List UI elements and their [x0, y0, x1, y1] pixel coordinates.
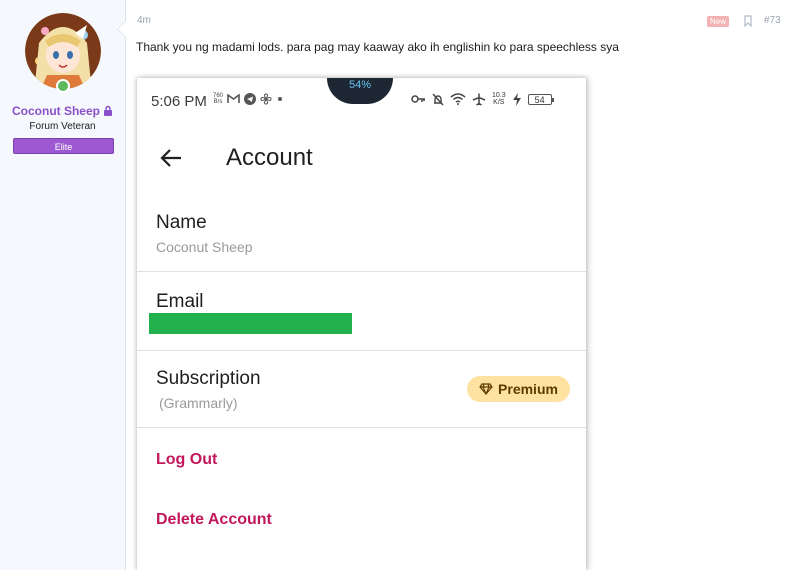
fan-icon	[260, 93, 272, 105]
net-rate-unit: K/S	[493, 99, 505, 106]
data-speed: 760 B/s	[213, 93, 223, 105]
post-time[interactable]: 4m	[137, 15, 151, 26]
user-banner: Elite	[13, 138, 114, 154]
phone-screenshot: 5:06 PM 760 B/s 54% 10.3 K/S 54 Account …	[137, 78, 586, 570]
message-arrow-inner	[118, 21, 126, 37]
divider	[137, 350, 586, 351]
camera-notch: 54%	[327, 78, 393, 104]
airplane-icon	[472, 93, 486, 106]
name-value: Coconut Sheep	[156, 239, 253, 255]
online-status-icon	[56, 79, 70, 93]
page-title: Account	[226, 144, 313, 171]
status-right-icons: 10.3 K/S 54	[411, 92, 554, 106]
premium-label: Premium	[498, 381, 558, 397]
dot-icon	[278, 97, 283, 101]
gmail-icon	[227, 94, 240, 103]
avatar[interactable]	[25, 13, 101, 89]
net-rate: 10.3 K/S	[492, 92, 506, 106]
post-number[interactable]: #73	[764, 15, 781, 26]
username[interactable]: Coconut Sheep	[0, 104, 125, 118]
username-label[interactable]: Coconut Sheep	[12, 104, 100, 118]
divider	[137, 271, 586, 272]
charging-icon	[512, 92, 521, 106]
notch-battery: 54%	[348, 79, 372, 91]
user-sidebar: Coconut Sheep Forum Veteran Elite	[0, 0, 126, 570]
divider	[137, 427, 586, 428]
bookmark-icon[interactable]	[743, 15, 753, 27]
subscription-label: Subscription	[156, 368, 261, 389]
premium-badge[interactable]: Premium	[467, 376, 570, 402]
status-left-icons: 760 B/s	[213, 93, 284, 105]
subscription-value: (Grammarly)	[159, 395, 238, 411]
status-time: 5:06 PM	[151, 93, 207, 110]
data-speed-unit: B/s	[213, 99, 223, 105]
email-redacted-block	[149, 313, 352, 334]
new-badge: New	[707, 16, 730, 27]
key-icon	[411, 95, 425, 103]
bell-off-icon	[432, 93, 444, 106]
email-label: Email	[156, 291, 204, 312]
back-arrow-icon[interactable]	[160, 149, 182, 167]
post-text: Thank you ng madami lods. para pag may k…	[136, 40, 619, 54]
telegram-icon	[244, 93, 257, 105]
user-title: Forum Veteran	[29, 121, 96, 132]
battery-indicator: 54	[527, 93, 554, 105]
name-label: Name	[156, 212, 207, 233]
diamond-icon	[479, 383, 493, 395]
delete-account-button[interactable]: Delete Account	[156, 511, 272, 529]
wifi-icon	[450, 93, 466, 105]
net-rate-value: 10.3	[492, 92, 506, 99]
lock-icon	[104, 105, 112, 116]
logout-button[interactable]: Log Out	[156, 451, 217, 469]
